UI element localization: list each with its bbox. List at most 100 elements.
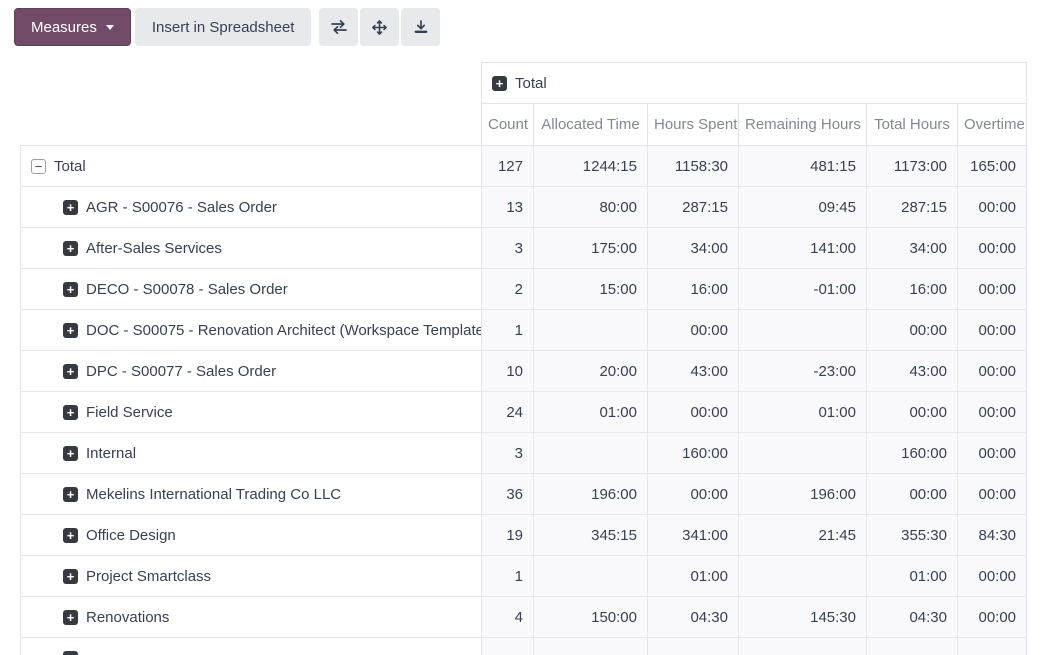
row-header-label: Internal: [86, 445, 136, 462]
pivot-value-cell: 175:00: [534, 228, 648, 269]
table-row: +Project Smartclass101:0001:0000:00: [21, 556, 1027, 597]
pivot-value-cell: 3: [482, 228, 534, 269]
pivot-value-cell: 481:15: [739, 146, 867, 187]
header-spacer: [21, 104, 482, 146]
row-header-label: DPC - S00077 - Sales Order: [86, 363, 276, 380]
pivot-value-cell: 84:30: [958, 515, 1027, 556]
pivot-value-cell: 24: [482, 392, 534, 433]
row-header[interactable]: + DECO - S00078 - Sales Order: [21, 269, 482, 310]
measure-header-count[interactable]: Count: [482, 104, 534, 146]
pivot-value-cell: 2: [482, 269, 534, 310]
pivot-value-cell: 1: [482, 310, 534, 351]
measure-header-hours-spent[interactable]: Hours Spent: [648, 104, 739, 146]
pivot-value-cell: 36: [482, 474, 534, 515]
measure-header-overtime[interactable]: Overtime: [958, 104, 1027, 146]
expand-all-icon: [371, 19, 388, 36]
flip-axis-button[interactable]: [319, 8, 358, 46]
table-row: −Total1271244:151158:30481:151173:00165:…: [21, 146, 1027, 187]
pivot-icon-button-group: [319, 8, 440, 46]
row-header[interactable]: +Renovations: [21, 597, 482, 638]
row-header-label: Renovations: [86, 609, 169, 626]
pivot-value-cell: 00:00: [648, 310, 739, 351]
row-header[interactable]: +DOC - S00075 - Renovation Architect (Wo…: [21, 310, 482, 351]
pivot-value-cell: 19: [482, 515, 534, 556]
pivot-value-cell: 127: [482, 146, 534, 187]
row-header[interactable]: + DPC - S00077 - Sales Order: [21, 351, 482, 392]
pivot-value-cell: 20:00: [534, 351, 648, 392]
row-header[interactable]: −Total: [21, 146, 482, 187]
pivot-value-cell: 43:00: [867, 351, 958, 392]
pivot-value-cell: 00:00: [958, 597, 1027, 638]
row-header[interactable]: +After-Sales Services: [21, 228, 482, 269]
pivot-value-cell: 16:00: [648, 269, 739, 310]
pivot-value-cell: 00:00: [958, 310, 1027, 351]
expand-plus-icon: +: [63, 282, 78, 297]
row-header-label: Office Design: [86, 527, 176, 544]
row-header-label: Mekelins International Trading Co LLC: [86, 486, 341, 503]
pivot-value-cell: 1173:00: [867, 146, 958, 187]
pivot-value-cell: 1158:30: [648, 146, 739, 187]
pivot-value-cell: -23:00: [739, 351, 867, 392]
pivot-value-cell: 21:45: [739, 515, 867, 556]
pivot-value-cell: 1244:15: [534, 146, 648, 187]
row-header-label: DECO - S00078 - Sales Order: [86, 281, 288, 298]
measure-header-allocated-time[interactable]: Allocated Time: [534, 104, 648, 146]
pivot-value-cell: 16:00: [867, 269, 958, 310]
pivot-value-cell: 01:00: [534, 392, 648, 433]
insert-in-spreadsheet-button[interactable]: Insert in Spreadsheet: [135, 8, 312, 46]
column-group-total-header[interactable]: + Total: [482, 63, 1027, 104]
row-header[interactable]: + Internal: [21, 433, 482, 474]
pivot-value-cell: [739, 433, 867, 474]
pivot-value-cell: 196:00: [739, 474, 867, 515]
expand-plus-icon: +: [63, 446, 78, 461]
pivot-value-cell: 00:00: [958, 556, 1027, 597]
row-header-label: Total: [54, 158, 86, 175]
row-header[interactable]: +AGR - S00076 - Sales Order: [21, 187, 482, 228]
pivot-value-cell: [534, 433, 648, 474]
row-header-label: AGR - S00076 - Sales Order: [86, 199, 277, 216]
measure-header-total-hours[interactable]: Total Hours: [867, 104, 958, 146]
expand-plus-icon: +: [63, 323, 78, 338]
pivot-value-cell: 287:15: [648, 187, 739, 228]
pivot-value-cell: 3: [482, 433, 534, 474]
insert-in-spreadsheet-label: Insert in Spreadsheet: [152, 19, 295, 36]
expand-plus-icon: +: [63, 364, 78, 379]
expand-all-button[interactable]: [360, 8, 399, 46]
pivot-value-cell: 00:00: [867, 474, 958, 515]
pivot-value-cell: 00:00: [958, 392, 1027, 433]
download-icon: [413, 19, 429, 35]
pivot-value-cell: 00:00: [958, 474, 1027, 515]
pivot-value-cell: 00:00: [958, 228, 1027, 269]
pivot-value-cell: 00:00: [648, 474, 739, 515]
pivot-value-cell: [482, 638, 534, 655]
row-header[interactable]: +Project Smartclass: [21, 556, 482, 597]
table-row: +Office Design19345:15341:0021:45355:308…: [21, 515, 1027, 556]
row-header-label: After-Sales Services: [86, 240, 222, 257]
pivot-value-cell: -01:00: [739, 269, 867, 310]
row-header[interactable]: + Office Design: [21, 515, 482, 556]
pivot-value-cell: 13: [482, 187, 534, 228]
table-row: +DOC - S00075 - Renovation Architect (Wo…: [21, 310, 1027, 351]
expand-plus-icon: +: [63, 528, 78, 543]
pivot-table-container: + Total CountAllocated TimeHours SpentRe…: [20, 62, 1026, 655]
pivot-value-cell: 01:00: [648, 556, 739, 597]
row-header-label: Project Smartclass: [86, 568, 211, 585]
pivot-value-cell: 345:15: [534, 515, 648, 556]
pivot-value-cell: 80:00: [534, 187, 648, 228]
row-header[interactable]: +Field Service: [21, 392, 482, 433]
pivot-value-cell: 196:00: [534, 474, 648, 515]
download-button[interactable]: [401, 8, 440, 46]
row-header[interactable]: +Mekelins International Trading Co LLC: [21, 474, 482, 515]
table-row: +DECO - S00078 - Sales Order215:0016:00-…: [21, 269, 1027, 310]
pivot-value-cell: [648, 638, 739, 655]
pivot-value-cell: 165:00: [958, 146, 1027, 187]
measure-header-remaining-hours[interactable]: Remaining Hours: [739, 104, 867, 146]
pivot-value-cell: 34:00: [867, 228, 958, 269]
expand-plus-icon: +: [63, 651, 78, 655]
pivot-value-cell: 00:00: [867, 310, 958, 351]
pivot-value-cell: 00:00: [867, 392, 958, 433]
row-header[interactable]: +: [21, 638, 482, 655]
pivot-value-cell: [534, 556, 648, 597]
measures-button[interactable]: Measures: [14, 8, 131, 46]
pivot-value-cell: 287:15: [867, 187, 958, 228]
